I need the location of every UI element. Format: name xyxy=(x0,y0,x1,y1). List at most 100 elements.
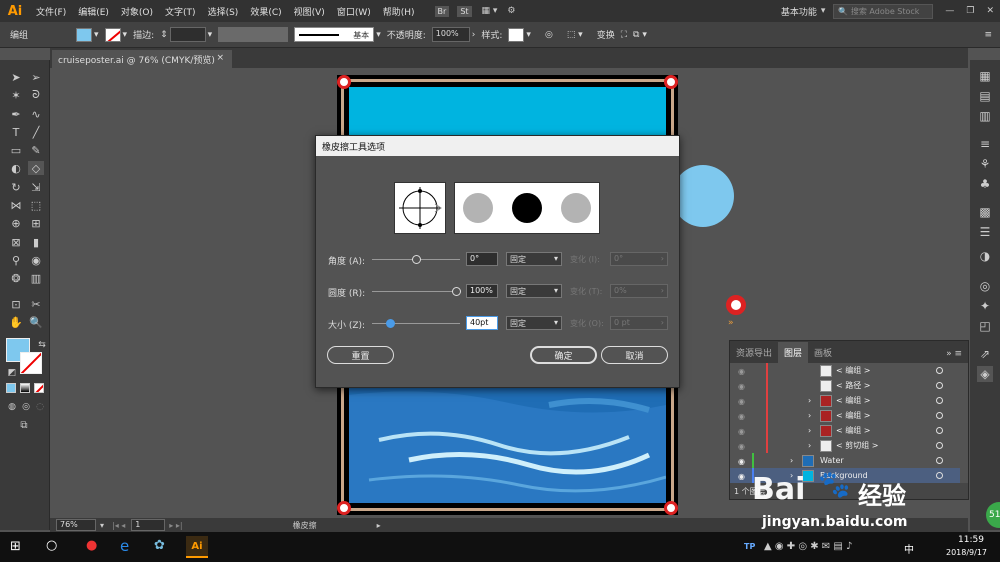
eraser-tool-icon[interactable]: ◇ xyxy=(28,161,44,175)
menu-edit[interactable]: 编辑(E) xyxy=(72,5,115,18)
eye-icon[interactable]: ◉ xyxy=(738,427,746,436)
graphic-styles-icon[interactable]: ✦ xyxy=(977,298,993,314)
chevron-down-icon[interactable]: ▾ xyxy=(123,30,128,40)
chevron-down-icon[interactable]: ▾ xyxy=(376,30,381,40)
ime-indicator[interactable]: 中 xyxy=(904,541,914,556)
graphic-style-swatch[interactable] xyxy=(508,27,525,42)
graph-tool-icon[interactable]: ▥ xyxy=(28,271,44,285)
target-icon[interactable] xyxy=(936,367,943,374)
slice-tool-icon[interactable]: ✂ xyxy=(28,297,44,311)
stock-search-input[interactable]: 🔍 搜索 Adobe Stock xyxy=(833,3,934,19)
align-icon[interactable]: ⬚ ▾ xyxy=(567,30,583,40)
expand-arrow-icon[interactable]: › xyxy=(808,411,811,420)
tab-artboards[interactable]: 画板 xyxy=(808,342,838,363)
roundness-mode-select[interactable]: 固定 ▾ xyxy=(506,284,562,298)
roundness-slider-track[interactable] xyxy=(372,291,460,292)
brush-angle-preview[interactable] xyxy=(394,182,446,234)
mesh-tool-icon[interactable]: ⊠ xyxy=(8,235,24,249)
menu-effect[interactable]: 效果(C) xyxy=(244,5,287,18)
stroke-panel-icon[interactable]: ≡ xyxy=(977,136,993,152)
stock-icon[interactable]: St xyxy=(457,5,472,17)
eye-icon[interactable]: ◉ xyxy=(738,472,746,481)
panel-menu-icon[interactable]: » ≡ xyxy=(940,345,968,363)
tab-layers[interactable]: 图层 xyxy=(778,342,809,363)
swatches-icon[interactable]: ▩ xyxy=(977,204,993,220)
stroke-width-field[interactable] xyxy=(169,27,206,42)
stroke-stepper-icon[interactable]: ⇕ xyxy=(160,30,168,40)
task-view-icon[interactable]: ○ xyxy=(46,538,57,553)
screen-mode-icon[interactable]: ⧉ xyxy=(16,418,32,432)
layer-row[interactable]: ◉ › < 编组 > xyxy=(730,423,960,438)
rotate-tool-icon[interactable]: ↻ xyxy=(8,180,24,194)
minimize-icon[interactable]: — xyxy=(945,6,954,16)
chevron-right-icon[interactable]: › xyxy=(472,30,476,40)
edge-browser-icon[interactable]: e xyxy=(120,537,129,555)
document-tab[interactable]: cruiseposter.ai @ 76% (CMYK/预览) × xyxy=(52,50,232,68)
eye-icon[interactable]: ◉ xyxy=(738,442,746,451)
hand-tool-icon[interactable]: ✋ xyxy=(8,315,24,329)
bridge-icon[interactable]: Br xyxy=(434,5,450,17)
paintbrush-tool-icon[interactable]: ✎ xyxy=(28,143,44,157)
color-panel-icon[interactable]: ▦ xyxy=(977,68,993,84)
fill-swatch[interactable] xyxy=(76,27,92,42)
draw-inside-icon[interactable]: ◌ xyxy=(32,400,48,414)
selected-shape[interactable] xyxy=(672,165,734,227)
variable-width-profile[interactable] xyxy=(218,27,289,42)
shaper-tool-icon[interactable]: ◐ xyxy=(8,161,24,175)
expand-arrow-icon[interactable]: › xyxy=(790,456,793,465)
free-transform-tool-icon[interactable]: ⬚ xyxy=(28,198,44,212)
layer-row[interactable]: ◉ < 路径 > xyxy=(730,378,960,393)
symbol-sprayer-tool-icon[interactable]: ❂ xyxy=(8,271,24,285)
creative-cloud-icon[interactable]: ◎ xyxy=(977,278,993,294)
eye-icon[interactable]: ◉ xyxy=(738,382,746,391)
layer-row[interactable]: ◉ › < 剪切组 > xyxy=(730,438,960,453)
libraries-icon[interactable]: ▥ xyxy=(977,108,993,124)
color-guide-icon[interactable]: ▤ xyxy=(977,88,993,104)
reset-button[interactable]: 重置 xyxy=(327,346,394,364)
roundness-slider-thumb[interactable] xyxy=(452,287,461,296)
opacity-field[interactable]: 100% xyxy=(431,27,470,42)
tab-asset-export[interactable]: 资源导出 xyxy=(730,342,778,363)
chevron-down-icon[interactable]: ▾ xyxy=(821,6,826,16)
lasso-tool-icon[interactable]: ᘐ xyxy=(28,88,44,102)
menu-select[interactable]: 选择(S) xyxy=(202,5,245,18)
rectangle-tool-icon[interactable]: ▭ xyxy=(8,143,24,157)
gradient-mode-icon[interactable] xyxy=(20,383,30,393)
recolor-icon[interactable]: ◎ xyxy=(545,30,553,40)
expand-arrow-icon[interactable]: › xyxy=(808,396,811,405)
layer-row[interactable]: ◉ › < 编组 > xyxy=(730,393,960,408)
chevron-down-icon[interactable]: ▾ xyxy=(100,521,104,530)
select-similar-icon[interactable]: ⧉ ▾ xyxy=(633,30,647,40)
target-icon[interactable] xyxy=(936,442,943,449)
blend-tool-icon[interactable]: ◉ xyxy=(28,253,44,267)
curvature-tool-icon[interactable]: ∿ xyxy=(28,107,44,121)
photo-app-icon[interactable]: ✿ xyxy=(154,538,165,553)
magic-wand-tool-icon[interactable]: ✶ xyxy=(8,88,24,102)
artboard-tool-icon[interactable]: ⊡ xyxy=(8,297,24,311)
size-slider-thumb[interactable] xyxy=(386,319,395,328)
stroke-color-box[interactable] xyxy=(20,352,42,374)
arrange-documents-icon[interactable]: ▦ ▾ xyxy=(482,6,498,16)
clock-time[interactable]: 11:59 xyxy=(958,535,984,545)
menu-file[interactable]: 文件(F) xyxy=(30,5,72,18)
perspective-grid-tool-icon[interactable]: ⊞ xyxy=(28,216,44,230)
angle-mode-select[interactable]: 固定 ▾ xyxy=(506,252,562,266)
notification-tray-icon[interactable]: ▲ ◉ ✚ ◎ ✱ ✉ ▤ ♪ xyxy=(764,541,852,552)
color-mode-icon[interactable] xyxy=(6,383,16,393)
menu-view[interactable]: 视图(V) xyxy=(288,5,331,18)
stroke-swatch[interactable] xyxy=(104,27,121,42)
first-artboard-icon[interactable]: |◂ ◂ xyxy=(112,521,125,530)
asset-export-icon[interactable]: ⇗ xyxy=(977,346,993,362)
chevron-right-icon[interactable]: ▸ xyxy=(377,521,381,530)
chevron-down-icon[interactable]: ▾ xyxy=(208,30,213,40)
lifebuoy-icon[interactable] xyxy=(726,295,746,315)
menu-type[interactable]: 文字(T) xyxy=(159,5,202,18)
target-icon[interactable] xyxy=(936,397,943,404)
line-tool-icon[interactable]: ╱ xyxy=(28,125,44,139)
artboard-number-field[interactable]: 1 xyxy=(131,519,166,531)
roundness-field[interactable]: 100% xyxy=(466,284,498,298)
direct-selection-tool-icon[interactable]: ➢ xyxy=(28,70,44,84)
transform-button[interactable]: 变换 xyxy=(597,28,615,41)
eyedropper-tool-icon[interactable]: ⚲ xyxy=(8,253,24,267)
ok-button[interactable]: 确定 xyxy=(530,346,597,364)
